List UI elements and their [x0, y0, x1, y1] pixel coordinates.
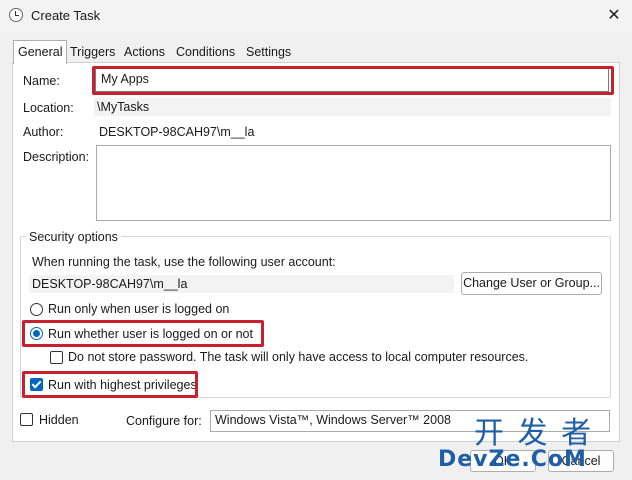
watermark-cn: 开 发 者 — [474, 416, 594, 451]
hidden-checkbox[interactable] — [20, 413, 33, 426]
do-not-store-password-label[interactable]: Do not store password. The task will onl… — [68, 350, 528, 364]
radio-logged-on-only-label[interactable]: Run only when user is logged on — [48, 302, 229, 316]
account-prompt: When running the task, use the following… — [32, 255, 336, 269]
close-icon[interactable]: ✕ — [596, 2, 632, 30]
whether-highlight — [22, 320, 264, 347]
clock-icon — [9, 8, 23, 22]
author-label: Author: — [23, 125, 64, 139]
location-value: \MyTasks — [94, 98, 611, 116]
tab-settings[interactable]: Settings — [242, 42, 295, 62]
name-highlight — [92, 66, 614, 95]
location-label: Location: — [23, 101, 74, 115]
tab-triggers[interactable]: Triggers — [66, 42, 119, 62]
security-options-title: Security options — [26, 230, 121, 244]
watermark-en: DevZe.CoM — [438, 447, 587, 472]
do-not-store-password-checkbox[interactable] — [50, 351, 63, 364]
author-value: DESKTOP-98CAH97\m__la — [99, 125, 255, 139]
description-input[interactable] — [96, 145, 611, 221]
tab-conditions[interactable]: Conditions — [172, 42, 239, 62]
description-label: Description: — [23, 150, 89, 164]
change-user-button[interactable]: Change User or Group... — [461, 272, 602, 295]
privileges-highlight — [22, 371, 198, 398]
tab-actions[interactable]: Actions — [120, 42, 169, 62]
configure-for-label: Configure for: — [126, 414, 202, 428]
tab-general[interactable]: General — [13, 40, 68, 64]
hidden-label[interactable]: Hidden — [39, 413, 79, 427]
account-value: DESKTOP-98CAH97\m__la — [29, 275, 454, 293]
window-title: Create Task — [31, 8, 101, 23]
name-label: Name: — [23, 74, 60, 88]
radio-logged-on-only[interactable] — [30, 303, 43, 316]
